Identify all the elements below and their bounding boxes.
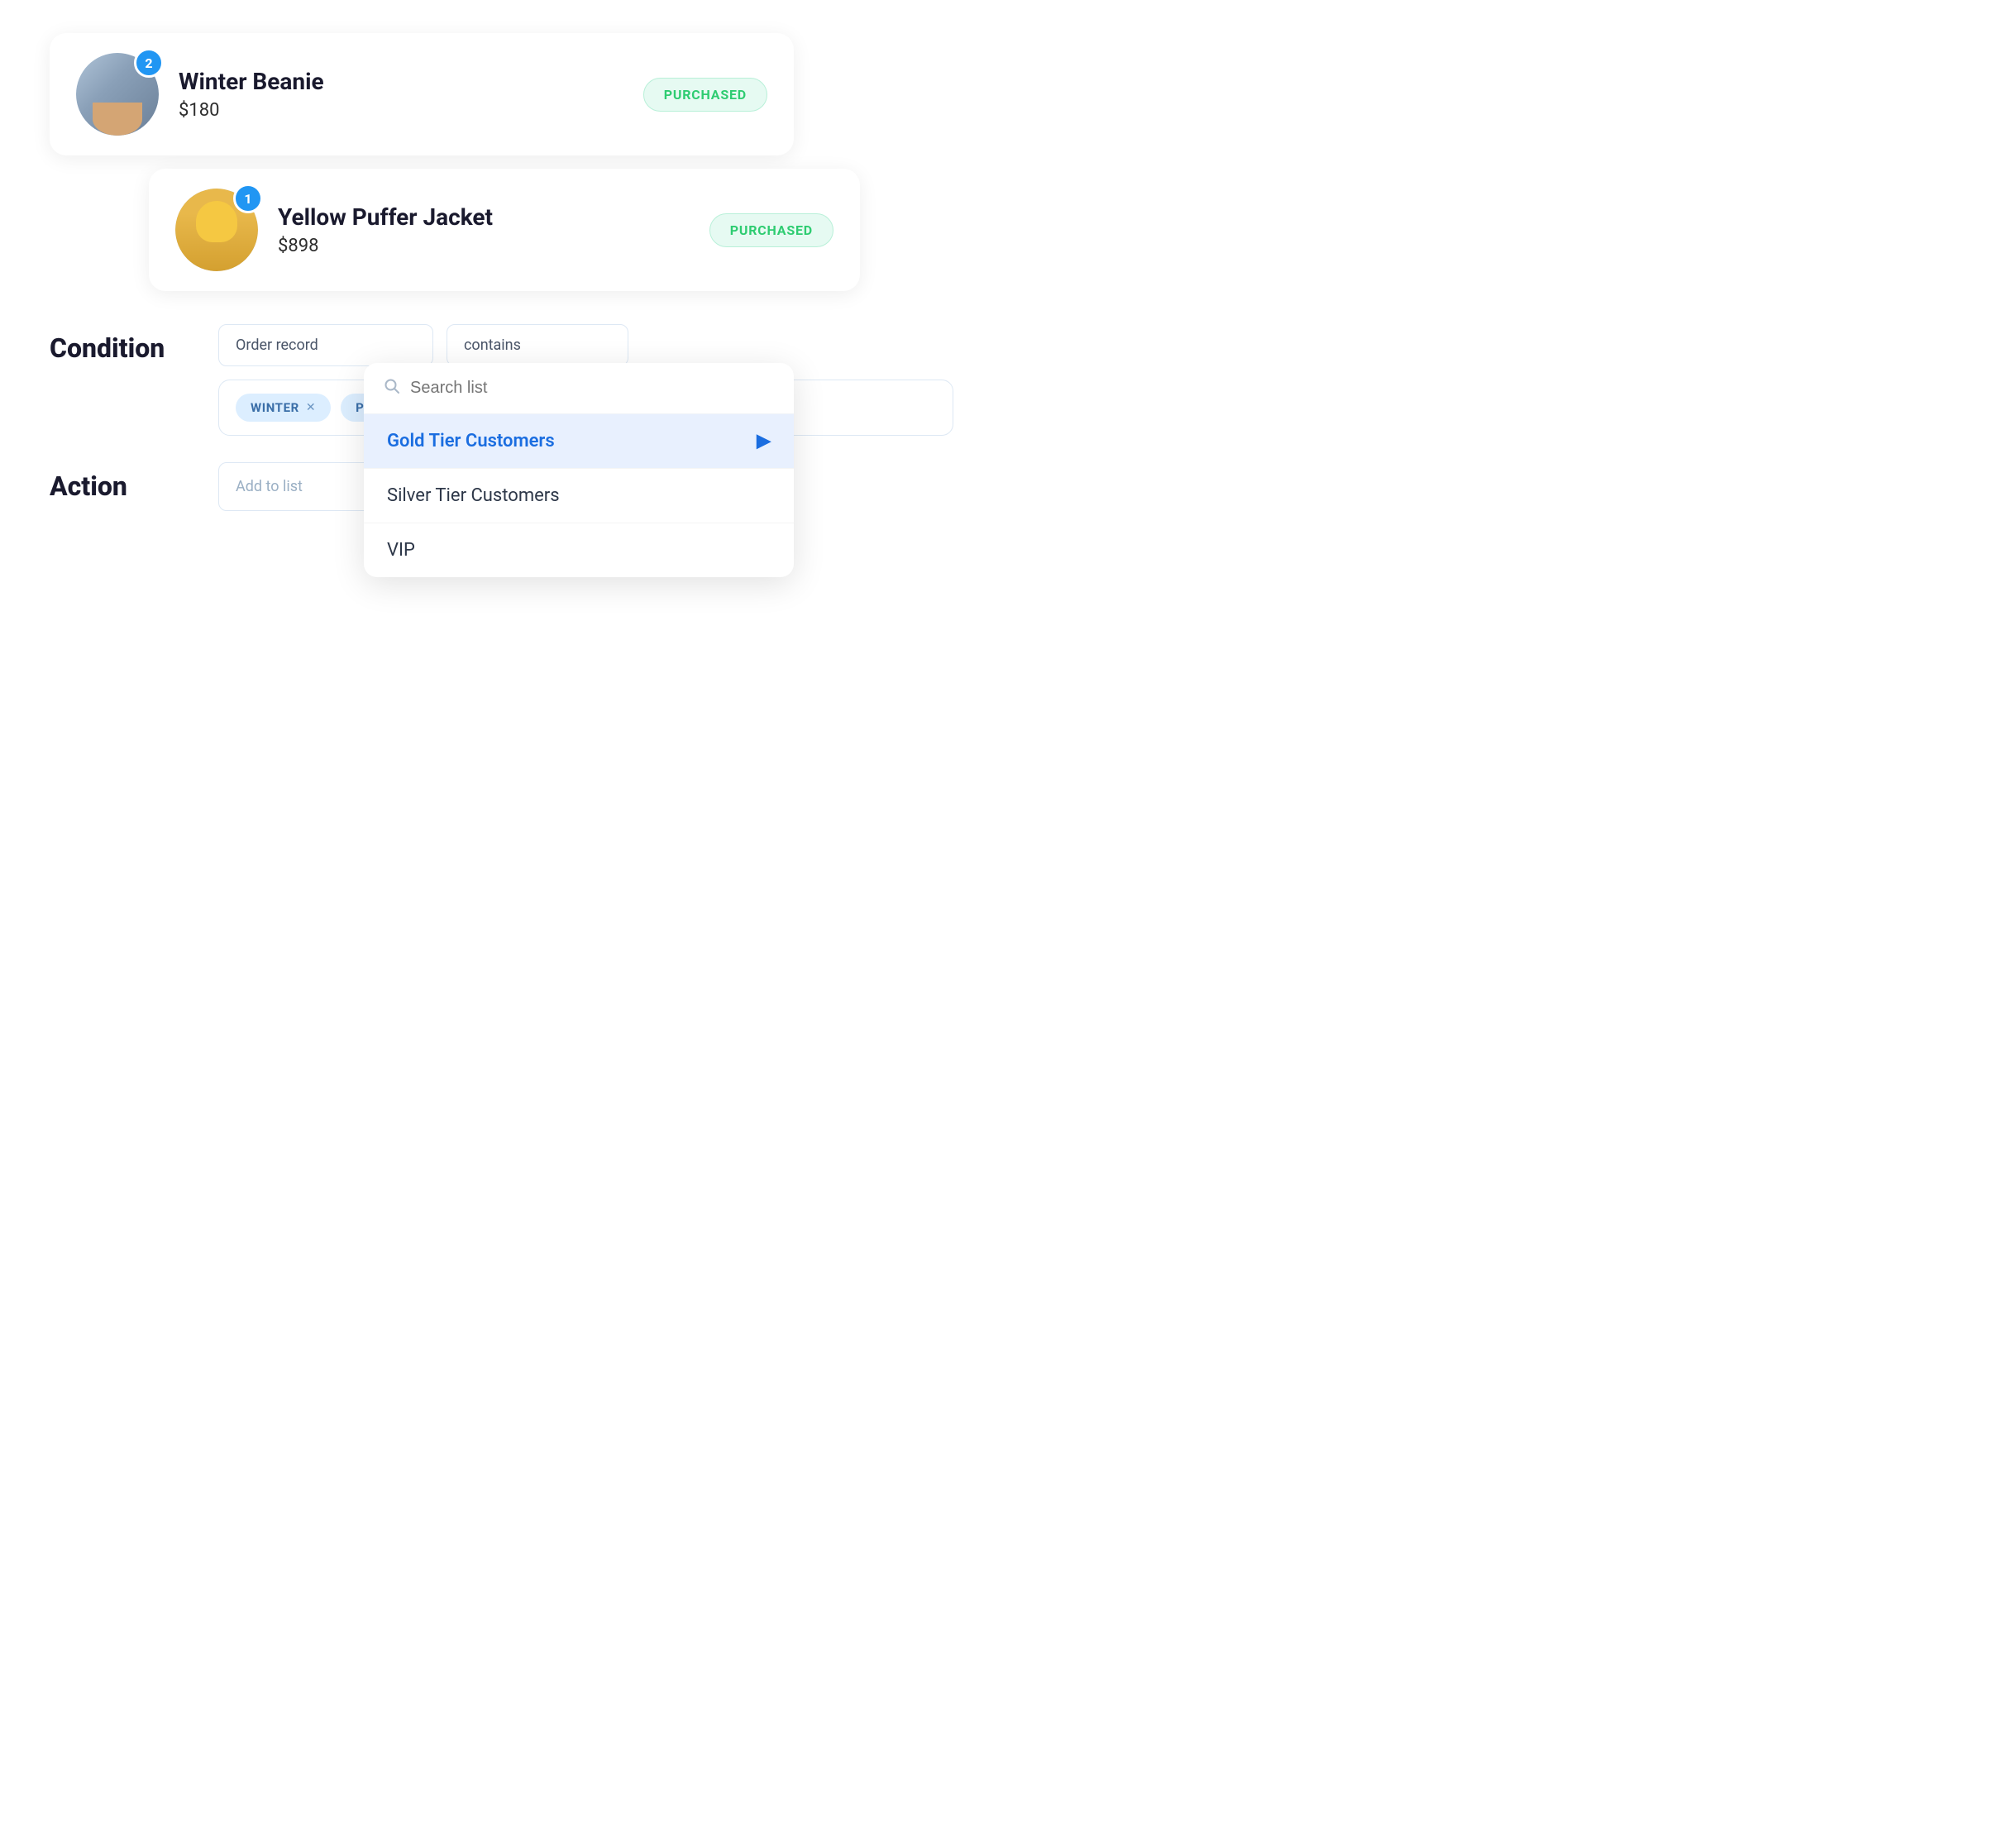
product-name-jacket: Yellow Puffer Jacket: [278, 203, 690, 231]
tag-winter[interactable]: WINTER ✕: [236, 394, 331, 422]
product-price-beanie: $180: [179, 100, 623, 121]
avatar-wrap-jacket: 1: [175, 189, 258, 271]
condition-row: Order record contains: [218, 324, 953, 366]
list-dropdown: Gold Tier Customers ▶ Silver Tier Custom…: [364, 363, 794, 577]
action-section: Action Add to list Gold Tier Customers ▶…: [50, 462, 953, 511]
status-badge-beanie: PURCHASED: [643, 78, 767, 112]
dropdown-search-input[interactable]: [410, 379, 774, 398]
condition-field-select[interactable]: Order record: [218, 324, 433, 366]
product-price-jacket: $898: [278, 236, 690, 256]
dropdown-search-row: [364, 363, 794, 414]
tag-winter-remove[interactable]: ✕: [306, 401, 316, 414]
badge-beanie: 2: [134, 48, 164, 78]
cursor-icon: ▶: [757, 431, 771, 451]
product-info-beanie: Winter Beanie $180: [179, 68, 623, 121]
product-name-beanie: Winter Beanie: [179, 68, 623, 95]
badge-jacket: 1: [233, 184, 263, 213]
dropdown-item-vip[interactable]: VIP: [364, 523, 794, 577]
dropdown-item-silver-label: Silver Tier Customers: [387, 485, 560, 506]
dropdown-item-gold[interactable]: Gold Tier Customers ▶: [364, 414, 794, 469]
status-badge-jacket: PURCHASED: [709, 213, 833, 247]
avatar-wrap-beanie: 2: [76, 53, 159, 136]
search-icon: [384, 378, 400, 399]
dropdown-item-gold-label: Gold Tier Customers: [387, 431, 555, 451]
product-info-jacket: Yellow Puffer Jacket $898: [278, 203, 690, 256]
dropdown-item-silver[interactable]: Silver Tier Customers: [364, 469, 794, 523]
dropdown-item-vip-label: VIP: [387, 540, 415, 561]
product-card-jacket: 1 Yellow Puffer Jacket $898 PURCHASED: [149, 169, 860, 291]
action-label: Action: [50, 462, 198, 502]
condition-label: Condition: [50, 324, 198, 364]
tag-winter-label: WINTER: [251, 400, 299, 415]
product-card-beanie: 2 Winter Beanie $180 PURCHASED: [50, 33, 794, 155]
condition-operator-select[interactable]: contains: [447, 324, 628, 366]
